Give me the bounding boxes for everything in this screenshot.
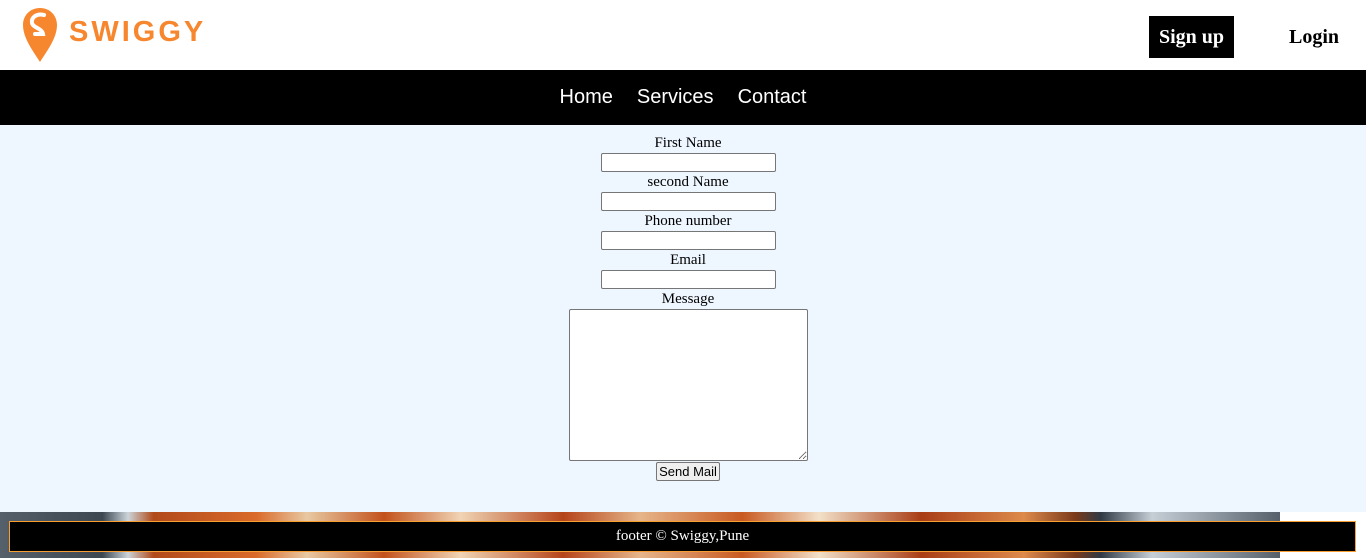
- main-nav: Home Services Contact: [0, 70, 1366, 125]
- signup-button[interactable]: Sign up: [1149, 16, 1234, 58]
- email-label: Email: [670, 252, 706, 268]
- nav-home-link[interactable]: Home: [560, 86, 613, 109]
- phone-label: Phone number: [644, 213, 732, 229]
- first-name-input[interactable]: [600, 153, 776, 172]
- message-textarea[interactable]: [568, 309, 808, 461]
- login-button[interactable]: Login: [1289, 16, 1339, 58]
- contact-section: First Name second Name Phone number Emai…: [0, 125, 1366, 512]
- site-footer: footer © Swiggy,Pune: [9, 521, 1356, 552]
- phone-input[interactable]: [600, 231, 776, 250]
- nav-services-link[interactable]: Services: [637, 86, 714, 109]
- second-name-label: second Name: [647, 174, 729, 190]
- message-label: Message: [661, 291, 715, 307]
- site-header: SWIGGY Sign up Login: [0, 0, 1366, 70]
- nav-contact-link[interactable]: Contact: [738, 86, 807, 109]
- brand-name: SWIGGY: [69, 15, 207, 48]
- brand-logo[interactable]: SWIGGY: [22, 6, 206, 64]
- contact-form: First Name second Name Phone number Emai…: [0, 135, 1366, 481]
- swiggy-logo-icon: [23, 8, 57, 62]
- send-mail-button[interactable]: Send Mail: [656, 462, 720, 481]
- email-input[interactable]: [600, 270, 776, 289]
- first-name-label: First Name: [654, 135, 722, 151]
- second-name-input[interactable]: [600, 192, 776, 211]
